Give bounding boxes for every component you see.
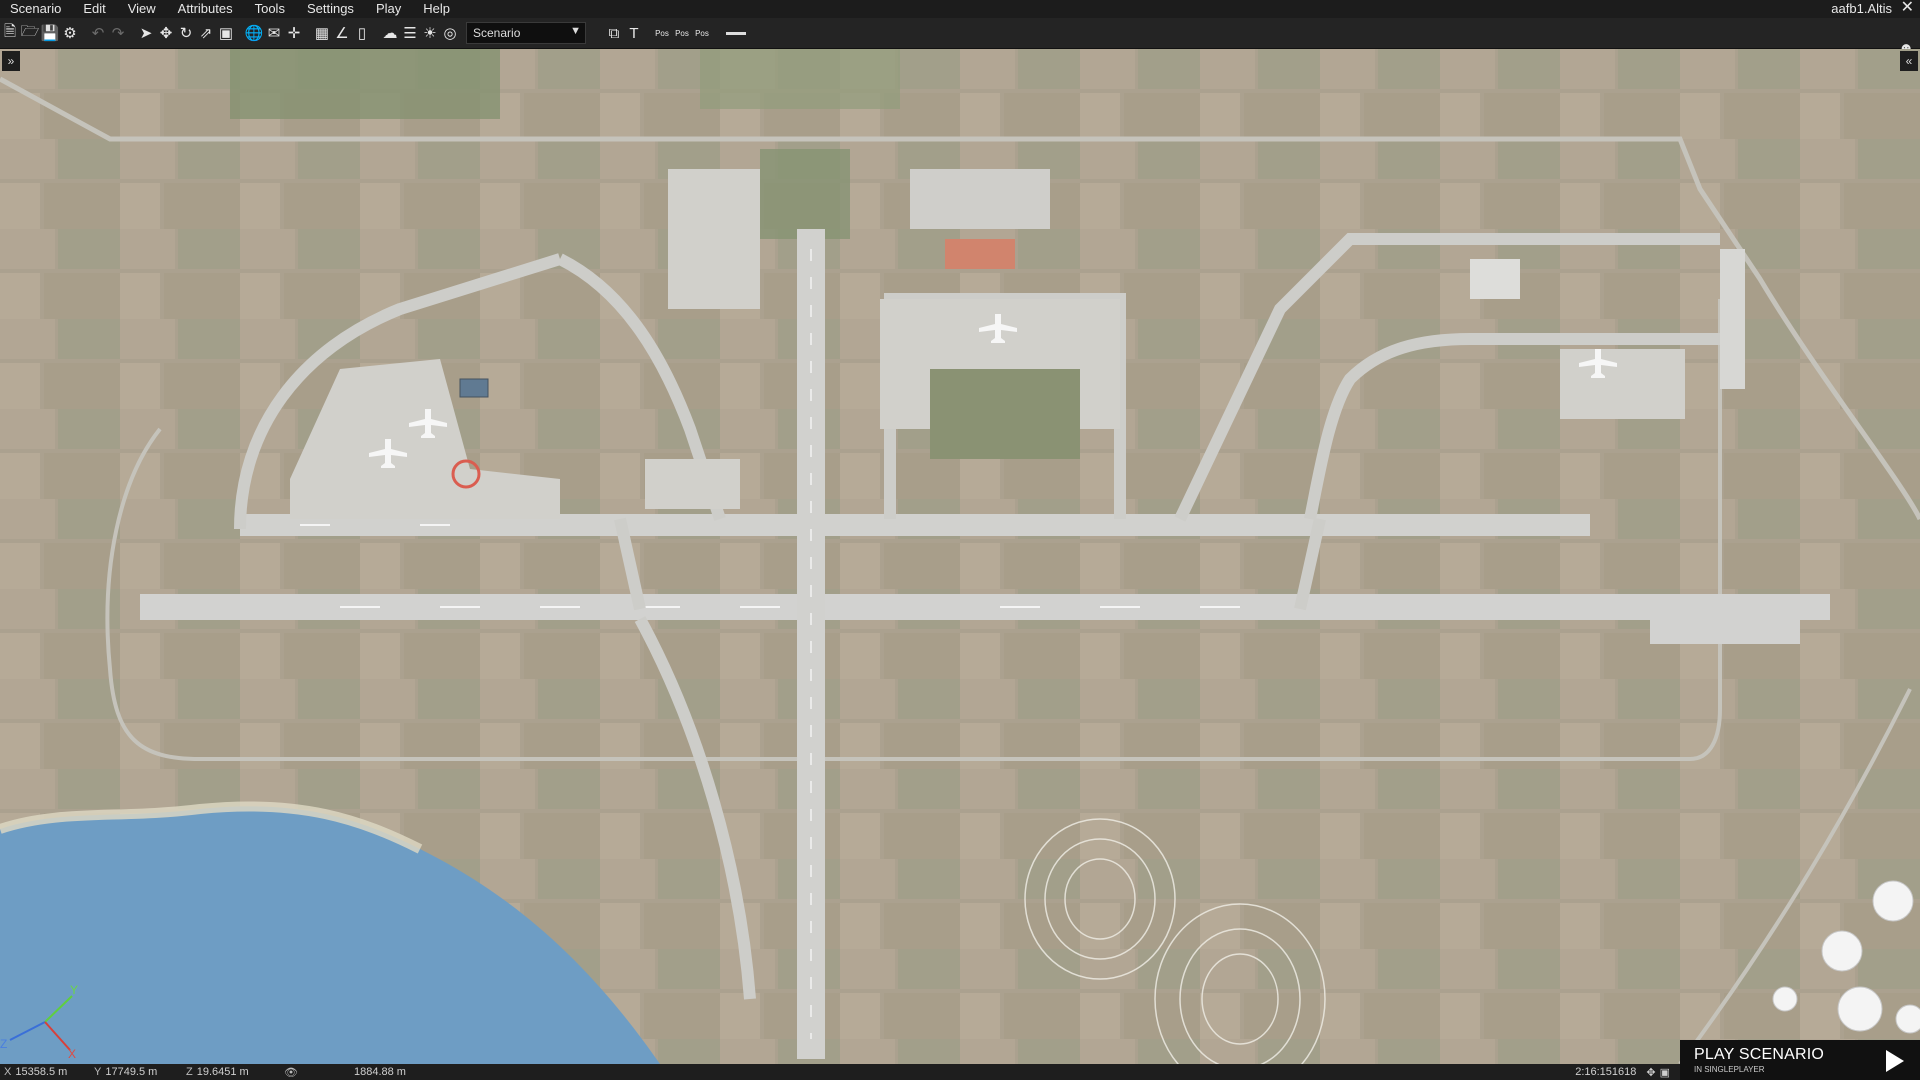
- map-viewport[interactable]: [0, 49, 1920, 1064]
- menu-help[interactable]: Help: [412, 0, 461, 18]
- pos2-icon[interactable]: Pos: [672, 22, 692, 44]
- coord-y: Y 17749.5 m: [94, 1066, 158, 1078]
- chevron-down-icon: ▼: [570, 25, 581, 37]
- play-icon: [1886, 1050, 1904, 1072]
- binoculars-icon[interactable]: ◎: [440, 22, 460, 44]
- undo-icon[interactable]: ↶: [88, 22, 108, 44]
- rotate-icon[interactable]: ↻: [176, 22, 196, 44]
- menu-bar: Scenario Edit View Attributes Tools Sett…: [0, 0, 1920, 18]
- monitor-icon[interactable]: ▣: [1660, 1066, 1670, 1079]
- axis-y-label: Y: [70, 983, 78, 997]
- grid-icon[interactable]: ▦: [312, 22, 332, 44]
- vertical-icon[interactable]: ✛: [284, 22, 304, 44]
- new-icon[interactable]: 🗎: [0, 22, 20, 44]
- grid-status-icon[interactable]: ✥: [1646, 1066, 1655, 1079]
- save-icon[interactable]: 💾: [40, 22, 60, 44]
- close-icon[interactable]: ✕: [1901, 0, 1914, 17]
- pos1-icon[interactable]: Pos: [652, 22, 672, 44]
- play-scenario-button[interactable]: PLAY SCENARIO IN SINGLEPLAYER: [1680, 1040, 1920, 1080]
- weather-icon[interactable]: ☁: [380, 22, 400, 44]
- globe-icon[interactable]: 🌐: [244, 22, 264, 44]
- select-icon[interactable]: ➤: [136, 22, 156, 44]
- mode-select[interactable]: Scenario ▼: [466, 22, 586, 44]
- map-svg: [0, 49, 1920, 1064]
- menu-play[interactable]: Play: [365, 0, 412, 18]
- bar-icon[interactable]: ▯: [352, 22, 372, 44]
- redo-icon[interactable]: ↷: [108, 22, 128, 44]
- steam-icon[interactable]: ⚙: [60, 22, 80, 44]
- axis-z-label: Z: [0, 1037, 7, 1051]
- minimize-icon[interactable]: [726, 31, 746, 35]
- toolbar: 🗎 🗁 💾 ⚙ ↶ ↷ ➤ ✥ ↻ ⇗ ▣ 🌐 ✉ ✛ ▦ ∠ ▯ ☁ ☰ ☀ …: [0, 18, 1920, 57]
- menu-edit[interactable]: Edit: [72, 0, 116, 18]
- menu-view[interactable]: View: [117, 0, 167, 18]
- view-distance: 👁 1884.88 m: [284, 1066, 406, 1079]
- angle-icon[interactable]: ∠: [332, 22, 352, 44]
- eye-icon: 👁: [284, 1066, 298, 1079]
- move-icon[interactable]: ✥: [156, 22, 176, 44]
- axis-gizmo: Y Z X: [0, 983, 78, 1060]
- area-icon[interactable]: ▣: [216, 22, 236, 44]
- scale-icon[interactable]: ⇗: [196, 22, 216, 44]
- scenario-time: 2:16:151618: [1575, 1066, 1637, 1078]
- surface-icon[interactable]: ✉: [264, 22, 284, 44]
- time-icon[interactable]: ☀: [420, 22, 440, 44]
- open-icon[interactable]: 🗁: [20, 22, 40, 44]
- world-name: aafb1.Altis: [1831, 1, 1892, 16]
- coord-x: X 15358.5 m: [4, 1066, 68, 1078]
- pos3-icon[interactable]: Pos: [692, 22, 712, 44]
- text-icon[interactable]: T: [624, 22, 644, 44]
- poles-icon[interactable]: ☰: [400, 22, 420, 44]
- menu-tools[interactable]: Tools: [244, 0, 296, 18]
- axis-x-label: X: [68, 1047, 76, 1060]
- left-panel-toggle[interactable]: »: [2, 51, 20, 71]
- menu-settings[interactable]: Settings: [296, 0, 365, 18]
- status-right: 2:16:151618 ✥ ▣: [1575, 1064, 1670, 1080]
- coord-z: Z 19.6451 m: [186, 1066, 249, 1078]
- screenshot-icon[interactable]: ⧉: [604, 22, 624, 44]
- right-panel-toggle[interactable]: «: [1900, 51, 1918, 71]
- menu-scenario[interactable]: Scenario: [0, 0, 72, 18]
- menu-attributes[interactable]: Attributes: [167, 0, 244, 18]
